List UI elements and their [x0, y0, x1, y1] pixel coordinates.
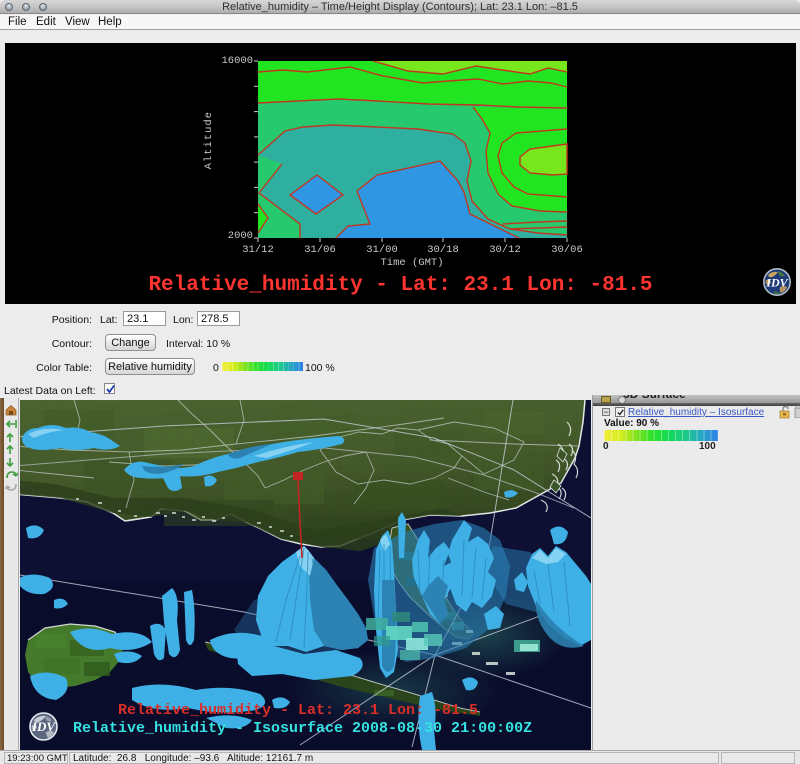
- svg-text:IDV: IDV: [765, 276, 788, 290]
- svg-text:Relative_humidity - Lat: 23.1: Relative_humidity - Lat: 23.1 Lon: -81.5: [118, 702, 478, 719]
- svg-text:Relative_humidity - Isosurface: Relative_humidity - Isosurface 2008-08-3…: [73, 720, 532, 737]
- svg-text:IDV: IDV: [31, 719, 56, 734]
